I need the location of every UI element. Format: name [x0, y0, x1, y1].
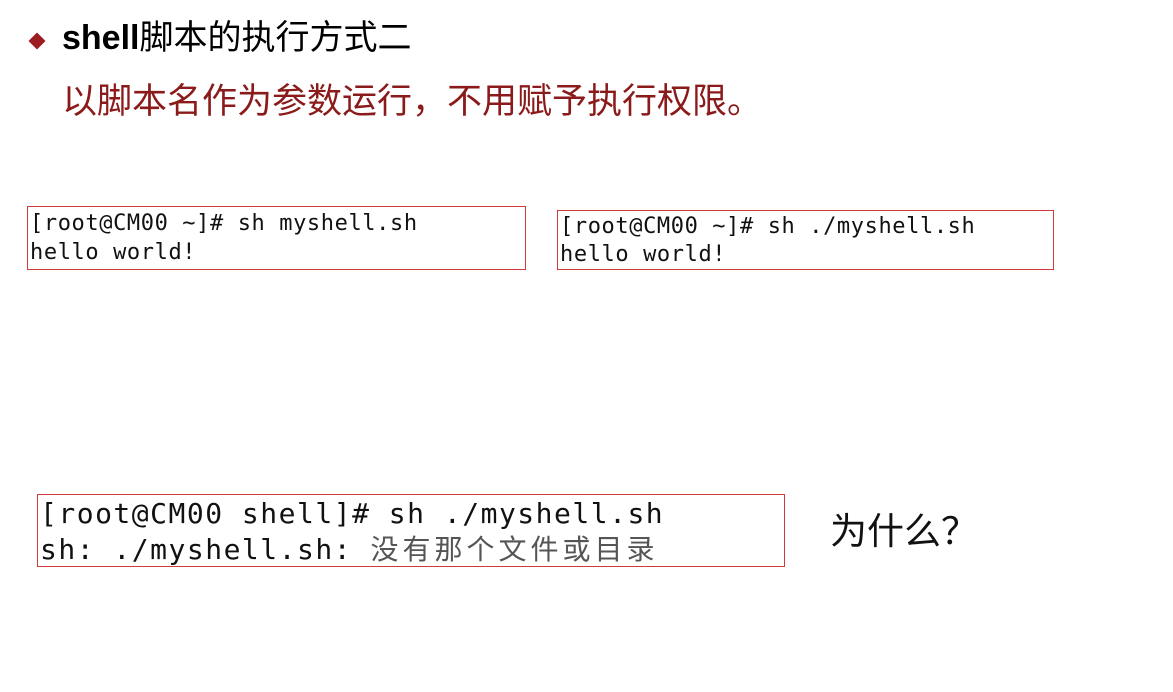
heading-cjk: 脚本的执行方式二 — [139, 19, 412, 57]
heading-latin: shell — [62, 19, 140, 57]
slide-heading: shell脚本的执行方式二 — [62, 14, 411, 62]
terminal-error-message: 没有那个文件或目录 — [370, 533, 659, 566]
terminal-screenshot-2: [root@CM00 ~]# sh ./myshell.sh hello worl… — [557, 210, 1054, 270]
terminal-command: sh ./myshell.sh — [370, 497, 665, 530]
terminal-prompt: [root@CM00 ~]# — [560, 214, 754, 239]
terminal-command: sh myshell.sh — [223, 211, 418, 236]
slide-subheading: 以脚本名作为参数运行，不用赋予执行权限。 — [62, 82, 763, 122]
terminal-output: hello world! — [30, 240, 197, 265]
terminal-command-line: [root@CM00 shell]# sh ./myshell.sh — [40, 496, 784, 532]
terminal-error-line: sh: ./myshell.sh: 没有那个文件或目录 — [40, 532, 784, 566]
diamond-bullet-icon — [28, 32, 46, 50]
question-text: 为什么？ — [830, 510, 978, 553]
terminal-error-prefix: sh: ./myshell.sh: — [40, 533, 371, 566]
terminal-command-line: [root@CM00 ~]# sh ./myshell.sh — [560, 213, 1053, 241]
terminal-command: sh ./myshell.sh — [753, 214, 976, 239]
terminal-output: hello world! — [560, 242, 727, 267]
terminal-prompt: [root@CM00 shell]# — [40, 497, 371, 530]
terminal-screenshot-3: [root@CM00 shell]# sh ./myshell.sh sh: ./… — [37, 494, 785, 567]
slide: shell脚本的执行方式二 以脚本名作为参数运行，不用赋予执行权限。 [root… — [0, 0, 1173, 692]
terminal-screenshot-1: [root@CM00 ~]# sh myshell.sh hello world! — [27, 206, 526, 270]
terminal-prompt: [root@CM00 ~]# — [30, 211, 224, 236]
terminal-command-line: [root@CM00 ~]# sh myshell.sh — [30, 209, 525, 238]
